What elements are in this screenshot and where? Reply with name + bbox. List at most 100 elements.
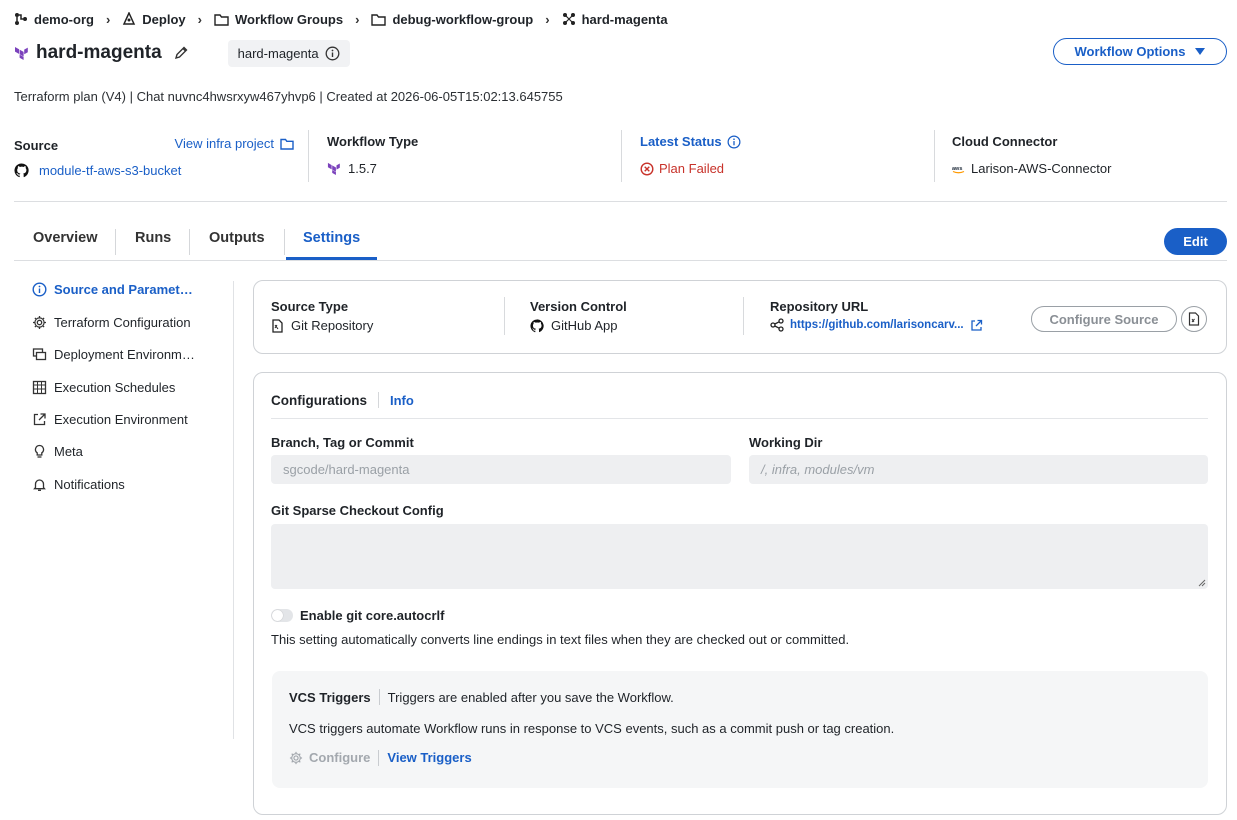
repo-url-link[interactable]: https://github.com/larisoncarv... bbox=[790, 319, 964, 331]
folder-icon bbox=[371, 13, 387, 26]
info-cloud-connector: Cloud Connector aws Larison-AWS-Connecto… bbox=[952, 130, 1222, 182]
external-link-icon[interactable] bbox=[970, 319, 983, 332]
branch-input[interactable]: sgcode/hard-magenta bbox=[271, 455, 731, 484]
tab-overview[interactable]: Overview bbox=[33, 230, 98, 260]
external-link-icon bbox=[33, 412, 46, 425]
calendar-icon bbox=[32, 380, 47, 394]
chevron-right-icon: › bbox=[545, 11, 550, 27]
sidebar-item-deployment-environment[interactable]: Deployment Environment bbox=[32, 344, 232, 364]
chevron-right-icon: › bbox=[355, 11, 360, 27]
view-infra-label: View infra project bbox=[174, 136, 274, 151]
sparse-checkout-textarea[interactable] bbox=[271, 524, 1208, 589]
sparse-checkout-label: Git Sparse Checkout Config bbox=[271, 503, 444, 518]
divider bbox=[934, 130, 935, 182]
github-icon bbox=[530, 318, 544, 332]
view-triggers-link[interactable]: View Triggers bbox=[387, 750, 471, 765]
chevron-right-icon: › bbox=[105, 11, 111, 27]
document-icon bbox=[1188, 312, 1200, 326]
breadcrumb-item-deploy[interactable]: Deploy bbox=[122, 11, 186, 27]
document-button[interactable] bbox=[1181, 306, 1207, 332]
info-workflow-type: Workflow Type 1.5.7 bbox=[327, 130, 607, 182]
breadcrumb-label: Deploy bbox=[142, 11, 186, 27]
breadcrumb-item-workflow-groups[interactable]: Workflow Groups bbox=[214, 12, 343, 27]
sidebar-label: Meta bbox=[54, 443, 83, 459]
workflow-icon bbox=[562, 13, 575, 25]
workflow-options-label: Workflow Options bbox=[1074, 44, 1186, 59]
divider bbox=[743, 297, 744, 335]
workflow-id-chip: hard-magenta bbox=[227, 39, 350, 67]
workflow-options-button[interactable]: Workflow Options bbox=[1053, 38, 1227, 65]
info-source: Source View infra project module-tf-aws-… bbox=[14, 130, 294, 182]
latest-status-link[interactable]: Latest Status bbox=[640, 134, 722, 149]
gear-icon bbox=[289, 751, 303, 764]
sidebar-item-execution-environment[interactable]: Execution Environment bbox=[32, 409, 232, 429]
version-control-block: Version Control GitHub App bbox=[530, 299, 627, 333]
info-icon[interactable] bbox=[727, 135, 741, 149]
configure-source-button[interactable]: Configure Source bbox=[1031, 306, 1177, 332]
breadcrumb-label: Workflow Groups bbox=[234, 11, 344, 27]
source-type-label: Source Type bbox=[271, 299, 349, 314]
page-title-row: hard-magenta hard-magenta bbox=[14, 39, 350, 67]
info-icon[interactable] bbox=[325, 46, 340, 61]
chevron-right-icon: › bbox=[197, 11, 202, 27]
sidebar-item-meta[interactable]: Meta bbox=[32, 441, 232, 461]
tab-configurations[interactable]: Configurations bbox=[271, 393, 367, 408]
workflow-meta: Terraform plan (V4) | Chat nuvnc4hwsrxyw… bbox=[14, 89, 563, 104]
sidebar-label: Execution Environment bbox=[54, 411, 188, 427]
sidebar-item-notifications[interactable]: Notifications bbox=[32, 474, 232, 494]
source-label: Source bbox=[14, 138, 59, 153]
sidebar-divider bbox=[233, 281, 234, 739]
vcs-triggers-header: VCS Triggers Triggers are enabled after … bbox=[289, 689, 674, 705]
vcs-description: VCS triggers automate Workflow runs in r… bbox=[289, 721, 895, 736]
tab-divider bbox=[378, 392, 379, 408]
breadcrumb-item-workflow: hard-magenta bbox=[562, 12, 668, 27]
pencil-icon[interactable] bbox=[174, 46, 188, 60]
tab-info[interactable]: Info bbox=[390, 393, 414, 408]
vcs-configure-button[interactable]: Configure bbox=[289, 750, 370, 765]
sidebar-label: Execution Schedules bbox=[54, 379, 176, 395]
autocrlf-description: This setting automatically converts line… bbox=[271, 632, 850, 647]
tab-settings[interactable]: Settings bbox=[303, 230, 360, 260]
gear-icon bbox=[33, 315, 46, 329]
workflow-type-value: 1.5.7 bbox=[348, 161, 377, 176]
edit-button[interactable]: Edit bbox=[1164, 228, 1227, 255]
org-tree-icon bbox=[15, 13, 27, 25]
repository-url-block: Repository URL https://github.com/lariso… bbox=[770, 299, 983, 332]
source-repo-link[interactable]: module-tf-aws-s3-bucket bbox=[39, 163, 181, 178]
breadcrumb-item-group[interactable]: debug-workflow-group bbox=[371, 12, 533, 27]
file-icon bbox=[272, 318, 283, 333]
info-icon bbox=[32, 281, 47, 297]
sidebar-item-terraform-configuration[interactable]: Terraform Configuration bbox=[32, 312, 232, 332]
cloud-connector-value: Larison-AWS-Connector bbox=[971, 161, 1112, 176]
working-dir-input[interactable]: /, infra, modules/vm bbox=[749, 455, 1208, 484]
tab-runs[interactable]: Runs bbox=[135, 230, 171, 260]
vcs-configure-label: Configure bbox=[309, 750, 371, 765]
divider bbox=[308, 130, 309, 182]
sidebar-item-execution-schedules[interactable]: Execution Schedules bbox=[32, 377, 232, 397]
sidebar-item-source-and-parameters[interactable]: Source and Parameters bbox=[32, 279, 232, 299]
resize-handle-icon[interactable] bbox=[1198, 579, 1206, 587]
terraform-icon bbox=[327, 162, 340, 175]
cloud-connector-label: Cloud Connector bbox=[952, 134, 1058, 149]
version-control-value: GitHub App bbox=[551, 318, 618, 333]
autocrlf-toggle[interactable] bbox=[271, 609, 293, 622]
error-circle-icon bbox=[640, 161, 654, 176]
breadcrumb-label: demo-org bbox=[34, 11, 94, 27]
breadcrumb-item-org[interactable]: demo-org bbox=[14, 12, 94, 27]
sidebar-label: Source and Parameters bbox=[54, 281, 194, 297]
vcs-title: VCS Triggers bbox=[289, 689, 371, 705]
view-infra-project-link[interactable]: View infra project bbox=[175, 136, 294, 151]
info-latest-status: Latest Status Plan Failed bbox=[640, 130, 920, 182]
github-icon bbox=[14, 163, 29, 178]
tab-outputs[interactable]: Outputs bbox=[209, 230, 265, 260]
terraform-icon bbox=[15, 47, 28, 60]
divider bbox=[621, 130, 622, 182]
tab-divider bbox=[115, 229, 116, 255]
share-nodes-icon bbox=[770, 318, 784, 332]
tab-divider bbox=[189, 229, 190, 255]
vcs-note: Triggers are enabled after you save the … bbox=[387, 689, 674, 705]
folder-icon bbox=[214, 13, 229, 26]
chip-label: hard-magenta bbox=[237, 45, 319, 61]
bell-icon bbox=[33, 478, 46, 491]
config-tabs-divider bbox=[271, 418, 1208, 419]
